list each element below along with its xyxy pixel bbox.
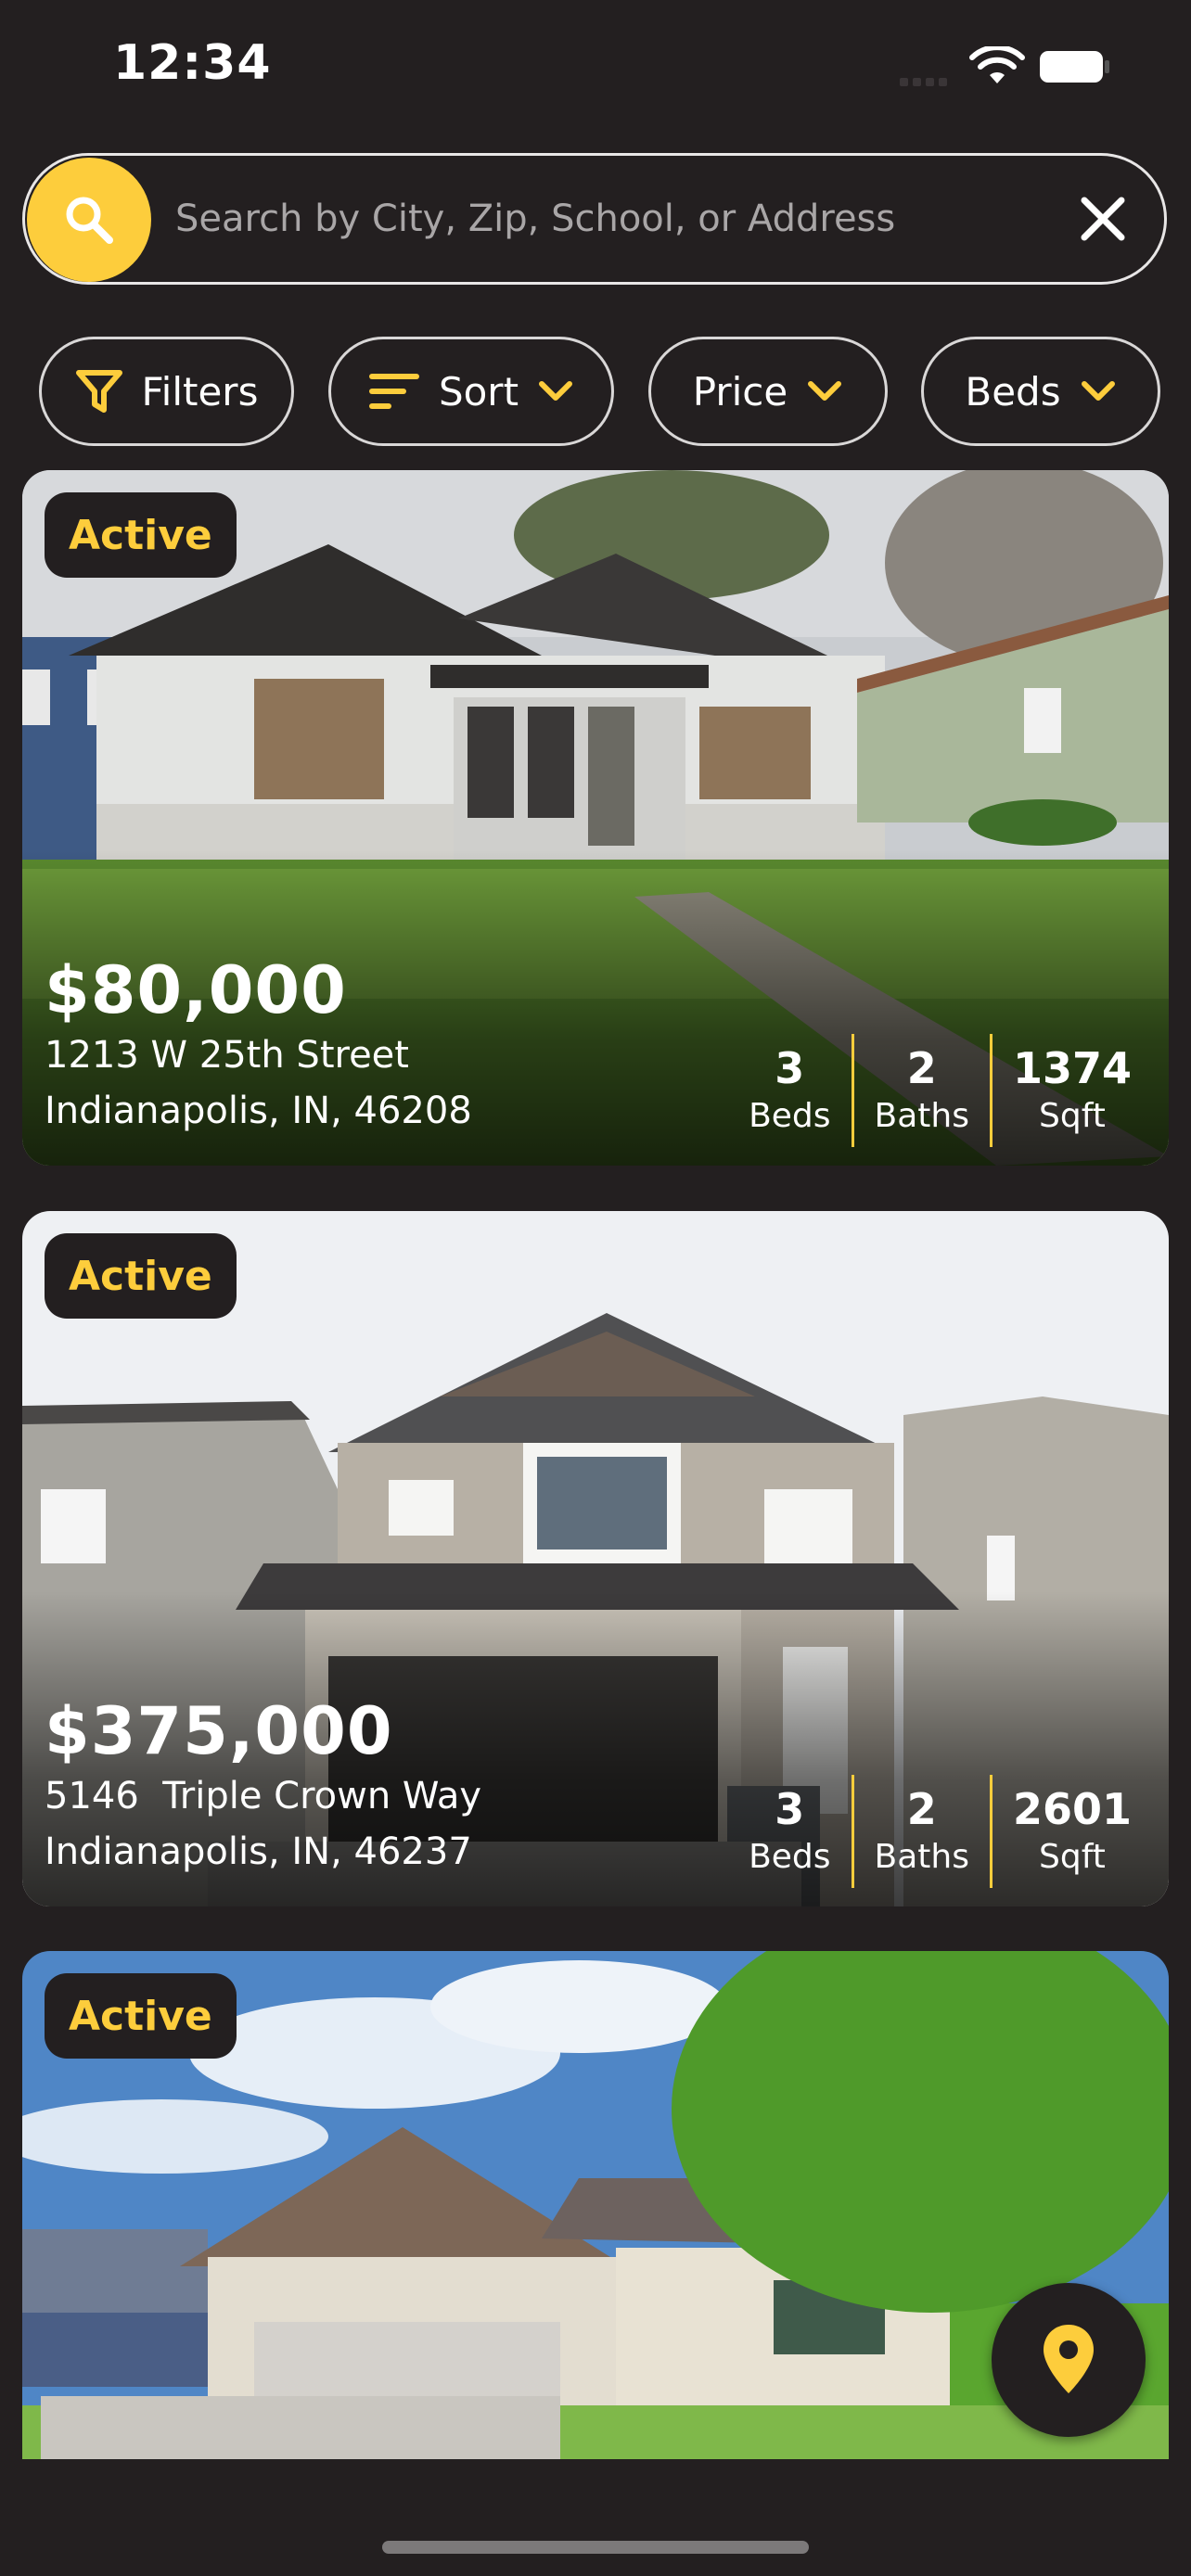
sqft-stat: 2601 Sqft (992, 1775, 1152, 1888)
listing-card[interactable]: Active $80,000 1213 W 25th Street Indian… (22, 470, 1169, 1166)
sqft-stat-label: Sqft (1039, 1097, 1106, 1135)
address-street: 5146 Triple Crown Way (45, 1775, 482, 1817)
status-badge: Active (45, 1973, 237, 2059)
home-indicator[interactable] (382, 2541, 809, 2554)
filters-chip[interactable]: Filters (39, 337, 294, 446)
status-badge: Active (45, 1233, 237, 1319)
chevron-down-icon (539, 381, 573, 401)
map-button[interactable] (992, 2283, 1146, 2437)
beds-count: 3 (775, 1784, 805, 1834)
funnel-icon (75, 370, 122, 413)
baths-stat-label: Baths (874, 1838, 969, 1876)
bottom-safe-area (0, 2459, 1191, 2576)
status-bar: 12:34 (0, 0, 1191, 139)
beds-stat-label: Beds (749, 1838, 831, 1876)
battery-icon (1040, 51, 1109, 83)
sqft-stat-label: Sqft (1039, 1838, 1106, 1876)
listing-price: $80,000 (45, 952, 347, 1028)
search-bar[interactable] (22, 153, 1167, 285)
sort-lines-icon (368, 374, 419, 409)
address-street: 1213 W 25th Street (45, 1034, 409, 1077)
sqft-stat: 1374 Sqft (992, 1034, 1152, 1147)
search-button[interactable] (27, 158, 151, 282)
cellular-signal-icon (900, 72, 952, 90)
baths-count: 2 (906, 1043, 937, 1093)
filters-label: Filters (141, 368, 259, 414)
baths-stat: 2 Baths (854, 1775, 990, 1888)
beds-stat-label: Beds (749, 1097, 831, 1135)
listing-card[interactable]: Active $375,000 5146 Triple Crown Way In… (22, 1211, 1169, 1906)
price-label: Price (692, 368, 788, 414)
baths-stat: 2 Baths (854, 1034, 990, 1147)
chevron-down-icon (808, 381, 842, 401)
search-input[interactable] (175, 184, 992, 254)
sort-label: Sort (438, 368, 519, 414)
beds-stat: 3 Beds (728, 1775, 851, 1888)
sqft-count: 2601 (1012, 1784, 1132, 1834)
listing-stats: 3 Beds 2 Baths 1374 Sqft (728, 1034, 1152, 1147)
wifi-icon (969, 46, 1025, 83)
listing-stats: 3 Beds 2 Baths 2601 Sqft (728, 1775, 1152, 1888)
price-chip[interactable]: Price (648, 337, 888, 446)
search-icon (66, 197, 113, 244)
baths-count: 2 (906, 1784, 937, 1834)
chevron-down-icon (1081, 381, 1115, 401)
baths-stat-label: Baths (874, 1097, 969, 1135)
sort-chip[interactable]: Sort (328, 337, 614, 446)
map-pin-icon (1044, 2325, 1094, 2393)
listing-price: $375,000 (45, 1693, 393, 1769)
address-city: Indianapolis, IN, 46208 (45, 1090, 472, 1132)
status-time: 12:34 (113, 35, 272, 91)
beds-chip[interactable]: Beds (921, 337, 1160, 446)
close-icon[interactable] (1073, 189, 1133, 249)
sqft-count: 1374 (1012, 1043, 1132, 1093)
beds-stat: 3 Beds (728, 1034, 851, 1147)
status-badge: Active (45, 492, 237, 578)
address-city: Indianapolis, IN, 46237 (45, 1830, 472, 1873)
beds-label: Beds (965, 368, 1061, 414)
beds-count: 3 (775, 1043, 805, 1093)
